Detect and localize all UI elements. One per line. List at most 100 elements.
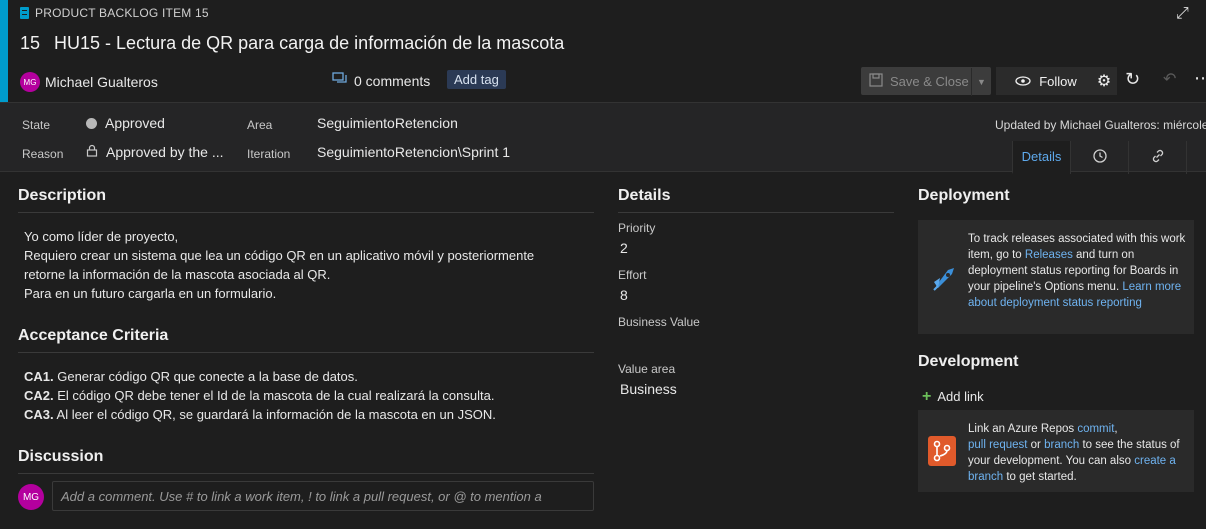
criteria-text: Al leer el código QR, se guardará la inf… <box>53 407 496 422</box>
development-text: to get started. <box>1003 471 1077 483</box>
criteria-text: El código QR debe tener el Id de la masc… <box>53 388 495 403</box>
details-heading: Details <box>618 187 671 204</box>
work-item-tabs: Details <box>1012 141 1206 174</box>
tab-links[interactable] <box>1128 141 1186 174</box>
work-item-id: 15 <box>20 33 41 53</box>
development-heading: Development <box>918 353 1019 370</box>
refresh-icon[interactable]: ↻ <box>1125 69 1140 90</box>
follow-label: Follow <box>1039 73 1077 89</box>
development-card: Link an Azure Repos commit, pull request … <box>918 410 1194 492</box>
discussion-heading: Discussion <box>18 448 104 465</box>
rocket-icon <box>928 262 960 299</box>
development-text: Link an Azure Repos <box>968 423 1078 435</box>
add-tag-button[interactable]: Add tag <box>447 70 506 89</box>
pull-request-link[interactable]: pull request <box>968 439 1027 451</box>
area-field[interactable]: SeguimientoRetencion <box>317 115 458 131</box>
iteration-label: Iteration <box>247 147 291 161</box>
criteria-item: CA2. El código QR debe tener el Id de la… <box>24 386 496 405</box>
business-value-label: Business Value <box>618 315 700 329</box>
reason-label: Reason <box>22 147 64 161</box>
undo-icon[interactable]: ↶ <box>1163 69 1176 89</box>
work-item-type-color-bar <box>0 0 8 102</box>
divider <box>18 352 594 353</box>
work-item-meta-row: MG Michael Gualteros 0 comments Add tag … <box>20 67 1206 96</box>
plus-icon: + <box>922 387 932 405</box>
deployment-heading: Deployment <box>918 187 1010 204</box>
comment-input[interactable]: Add a comment. Use # to link a work item… <box>52 481 594 511</box>
iteration-field[interactable]: SeguimientoRetencion\Sprint 1 <box>317 144 510 160</box>
description-line: retorne la información de la mascota aso… <box>24 267 331 282</box>
effort-field[interactable]: 8 <box>620 287 628 303</box>
work-item-title-text[interactable]: HU15 - Lectura de QR para carga de infor… <box>54 33 564 54</box>
avatar: MG <box>20 72 40 92</box>
assigned-to[interactable]: Michael Gualteros <box>45 74 158 90</box>
value-area-label: Value area <box>618 362 676 376</box>
criteria-code: CA2. <box>24 388 54 403</box>
acceptance-criteria-heading: Acceptance Criteria <box>18 327 169 344</box>
follow-button[interactable]: Follow <box>996 67 1096 95</box>
lock-icon <box>86 144 98 160</box>
state-dot-icon <box>86 117 97 129</box>
work-item-title[interactable]: 15 HU15 - Lectura de QR para carga de in… <box>20 33 564 54</box>
eye-icon <box>1015 74 1031 89</box>
state-field[interactable]: Approved <box>86 115 165 131</box>
history-icon <box>1092 148 1108 167</box>
work-item-type-label: PRODUCT BACKLOG ITEM 15 <box>35 6 209 20</box>
reason-value: Approved by the ... <box>106 144 224 160</box>
description-editor[interactable]: Yo como líder de proyecto, Requiero crea… <box>24 227 534 303</box>
criteria-text: Generar código QR que conecte a la base … <box>53 369 358 384</box>
criteria-code: CA1. <box>24 369 54 384</box>
deployment-info-text: To track releases associated with this w… <box>968 231 1186 311</box>
divider <box>18 212 594 213</box>
development-text: , <box>1114 423 1118 435</box>
priority-label: Priority <box>618 221 656 235</box>
comments-link[interactable]: 0 comments <box>332 72 430 89</box>
tab-details[interactable]: Details <box>1012 141 1070 174</box>
criteria-item: CA1. Generar código QR que conecte a la … <box>24 367 496 386</box>
expand-icon[interactable]: ⤢ <box>1176 6 1192 22</box>
divider <box>618 212 894 213</box>
tab-attachments[interactable] <box>1186 141 1206 174</box>
description-heading: Description <box>18 187 107 204</box>
state-value: Approved <box>105 115 165 131</box>
description-line: Para en un futuro cargarla en un formula… <box>24 286 277 301</box>
deployment-card: To track releases associated with this w… <box>918 220 1194 334</box>
area-label: Area <box>247 118 273 132</box>
work-item-fields: State Approved Reason Approved by the ..… <box>0 102 1206 174</box>
commit-link[interactable]: commit <box>1077 423 1114 435</box>
add-link-label: Add link <box>937 389 984 404</box>
branch-link[interactable]: branch <box>1044 439 1079 451</box>
value-area-field[interactable]: Business <box>620 381 677 397</box>
add-link-button[interactable]: + Add link <box>922 387 984 405</box>
save-icon <box>869 72 883 90</box>
avatar: MG <box>18 484 44 510</box>
criteria-item: CA3. Al leer el código QR, se guardará l… <box>24 405 496 424</box>
chevron-down-icon: ▼ <box>977 77 986 87</box>
git-repo-icon <box>928 436 956 471</box>
backlog-item-icon <box>20 7 29 19</box>
link-icon <box>1150 148 1166 167</box>
priority-field[interactable]: 2 <box>620 240 628 256</box>
comment-icon <box>332 72 348 89</box>
updated-by-text[interactable]: Updated by Michael Gualteros: miércole <box>995 118 1206 132</box>
more-actions-icon[interactable]: ⋯ <box>1194 68 1206 89</box>
state-label: State <box>22 118 51 132</box>
save-options-dropdown[interactable]: ▼ <box>971 68 991 96</box>
comments-count: 0 comments <box>354 72 431 89</box>
work-item-header: PRODUCT BACKLOG ITEM 15 ⤢ 15 HU15 - Lect… <box>0 0 1206 102</box>
effort-label: Effort <box>618 268 647 282</box>
settings-button[interactable]: ⚙ <box>1091 67 1117 95</box>
description-line: Yo como líder de proyecto, <box>24 229 179 244</box>
acceptance-criteria-editor[interactable]: CA1. Generar código QR que conecte a la … <box>24 367 496 424</box>
description-line: Requiero crear un sistema que lea un cód… <box>24 248 535 263</box>
development-text: or <box>1027 439 1045 451</box>
gear-icon: ⚙ <box>1096 73 1112 90</box>
reason-field[interactable]: Approved by the ... <box>86 144 224 160</box>
tab-history[interactable] <box>1070 141 1128 174</box>
criteria-code: CA3. <box>24 407 54 422</box>
releases-link[interactable]: Releases <box>1025 249 1073 261</box>
divider <box>18 473 594 474</box>
development-info-text: Link an Azure Repos commit, pull request … <box>968 421 1190 485</box>
work-item-type: PRODUCT BACKLOG ITEM 15 <box>20 6 209 20</box>
save-close-label: Save & Close <box>890 73 969 89</box>
